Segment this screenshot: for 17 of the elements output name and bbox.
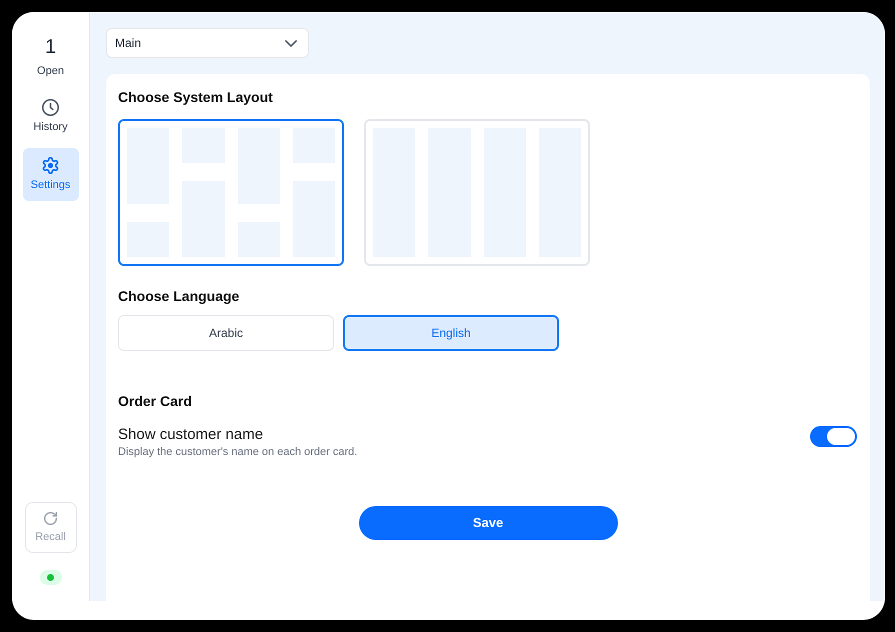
section-heading: Choose System Layout	[118, 88, 274, 106]
section-heading: Choose Language	[118, 287, 240, 305]
language-option[interactable]: English	[343, 315, 559, 351]
branch-select[interactable]: Main	[106, 28, 309, 58]
language-option[interactable]: Arabic	[118, 315, 334, 351]
setting-label: Show customer name	[118, 426, 264, 444]
section-heading: Order Card	[118, 392, 193, 410]
refresh-icon	[44, 512, 57, 524]
save-button[interactable]: Save	[358, 506, 618, 540]
sidebar-item[interactable]: Settings	[22, 148, 78, 201]
toggle-switch[interactable]	[810, 426, 857, 447]
settings-icon	[42, 157, 59, 174]
chevron-down-icon	[285, 40, 297, 46]
clock-icon	[42, 99, 59, 116]
open-count: 1	[44, 37, 56, 57]
layout-option[interactable]	[118, 119, 344, 266]
setting-description: Display the customer's name on each order card.	[118, 445, 358, 459]
